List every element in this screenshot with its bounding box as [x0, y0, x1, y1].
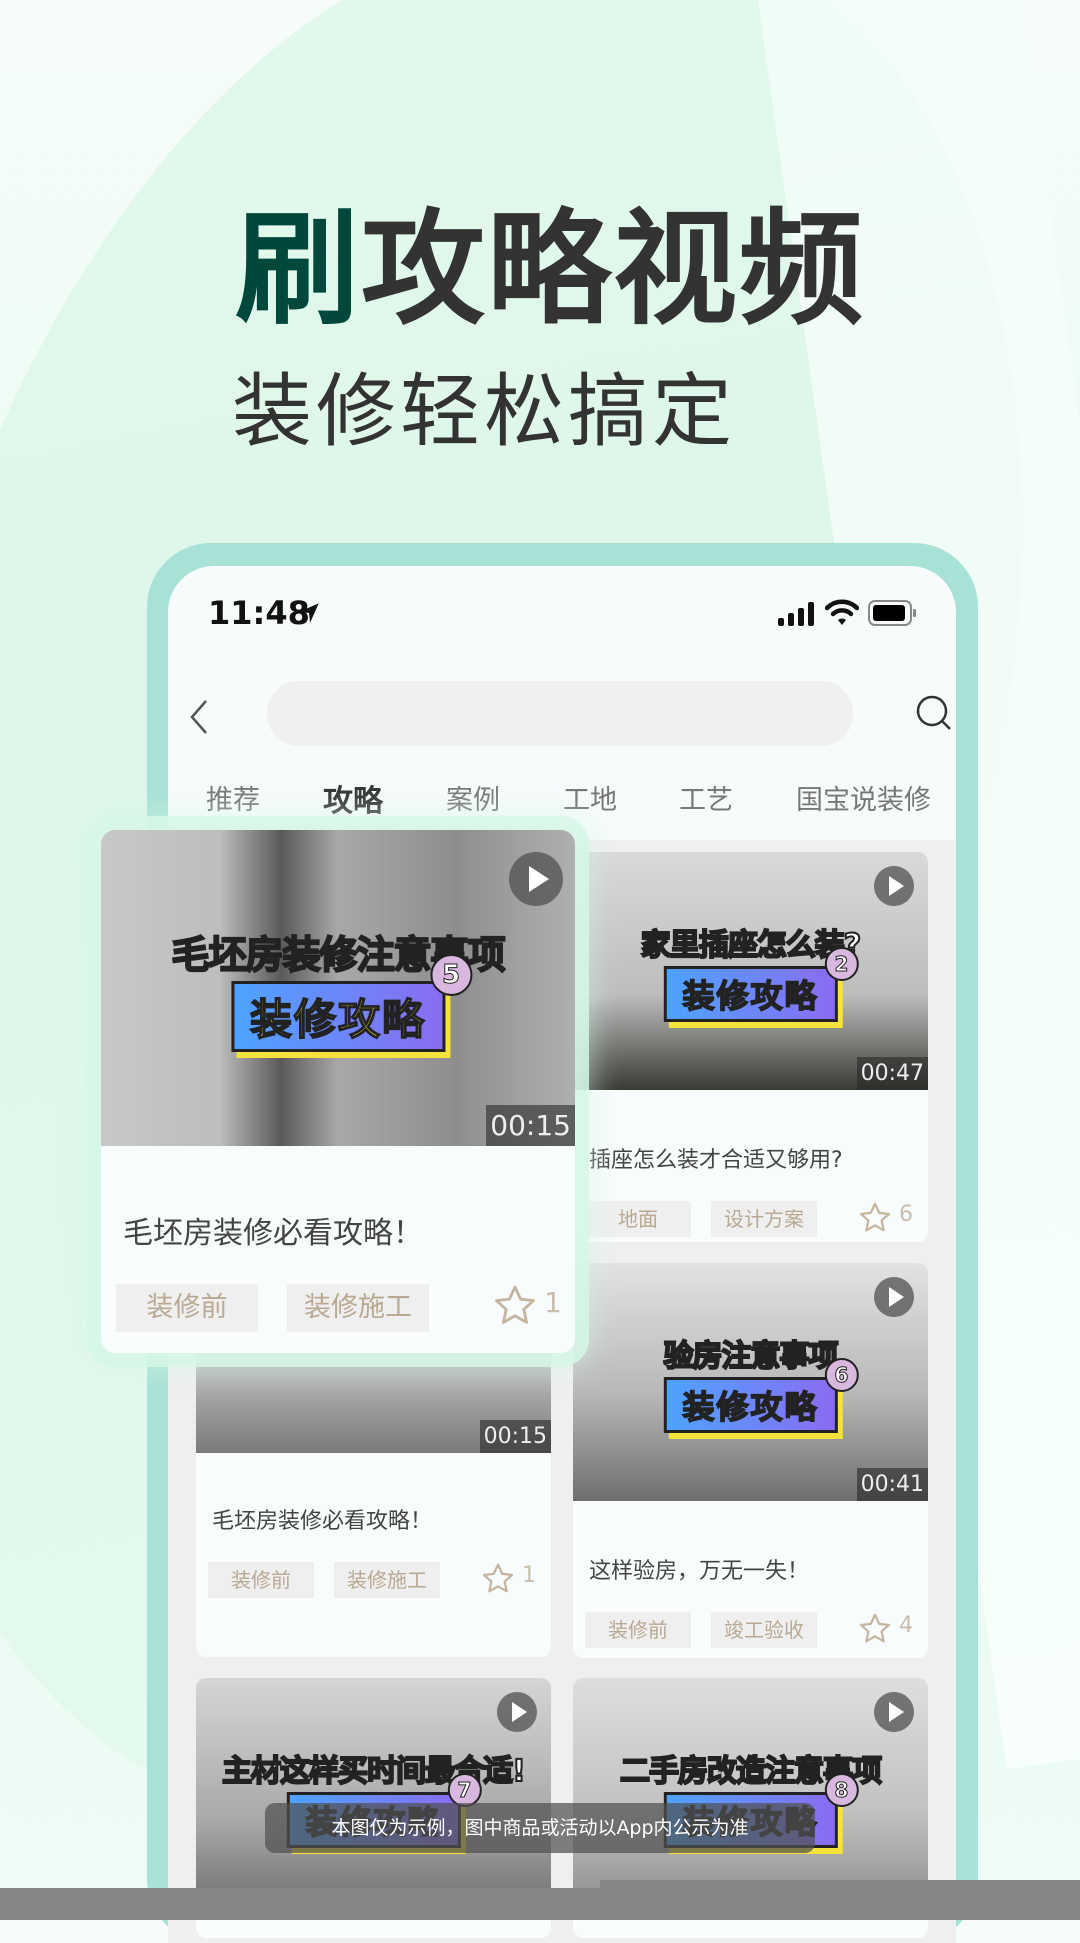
video-duration: 00:15 [486, 1105, 575, 1146]
tab-craft[interactable]: 工艺 [679, 778, 733, 817]
promo-subline: 装修轻松搞定 [232, 365, 736, 458]
star-icon[interactable] [480, 1561, 516, 1597]
headline-rest: 攻略视频 [361, 198, 866, 342]
tag[interactable]: 地面 [585, 1201, 691, 1237]
play-icon[interactable] [497, 1692, 537, 1732]
search-input[interactable] [267, 681, 853, 746]
chevron-left-icon[interactable] [184, 697, 214, 737]
battery-icon [868, 600, 916, 626]
play-icon[interactable] [509, 852, 563, 906]
play-icon[interactable] [874, 866, 914, 906]
video-duration: 00:41 [856, 1468, 928, 1501]
video-thumbnail[interactable]: 验房注意事项 装修攻略 6 00:41 [573, 1263, 928, 1501]
bottom-bar [0, 1888, 1080, 1920]
location-arrow-icon [299, 603, 319, 623]
promo-headline: 刷攻略视频 [235, 200, 865, 340]
like-count: 6 [899, 1202, 913, 1227]
star-icon[interactable] [857, 1200, 893, 1236]
tab-sites[interactable]: 工地 [563, 778, 617, 817]
wifi-icon [825, 599, 859, 625]
disclaimer-toast: 本图仅为示例，图中商品或活动以App内公示为准 [265, 1803, 815, 1853]
tag[interactable]: 设计方案 [711, 1201, 817, 1237]
star-icon[interactable] [857, 1611, 893, 1647]
cellular-signal-icon [778, 602, 814, 626]
thumbnail-banner: 家里插座怎么装? 装修攻略 2 [594, 920, 906, 1022]
play-icon[interactable] [874, 1692, 914, 1732]
tag[interactable]: 竣工验收 [711, 1612, 817, 1648]
video-thumbnail[interactable]: 主材这样买时间最合适! 装修攻略7 [196, 1678, 551, 1916]
play-icon[interactable] [874, 1277, 914, 1317]
star-icon[interactable] [491, 1282, 539, 1330]
status-bar: 11:48 [168, 566, 956, 656]
tag[interactable]: 装修施工 [334, 1562, 440, 1598]
status-time: 11:48 [208, 594, 310, 632]
video-title[interactable]: 毛坯房装修必看攻略！ [212, 1503, 432, 1535]
video-card[interactable]: 家里插座怎么装? 装修攻略 2 00:47 插座怎么装才合适又够用? 地面 设计方… [573, 852, 928, 1242]
video-duration: 00:47 [856, 1057, 928, 1090]
like-count: 4 [899, 1613, 913, 1638]
video-title[interactable]: 插座怎么装才合适又够用? [589, 1142, 843, 1174]
tag[interactable]: 装修前 [585, 1612, 691, 1648]
video-title[interactable]: 毛坯房装修必看攻略！ [123, 1208, 423, 1252]
featured-video-card[interactable]: 毛坯房装修注意事项 装修攻略 5 00:15 毛坯房装修必看攻略！ 装修前 装修施… [101, 830, 575, 1353]
tab-guides[interactable]: 攻略 [323, 776, 383, 820]
tag[interactable]: 装修前 [116, 1284, 258, 1332]
nav-bar [168, 681, 956, 751]
video-duration: 00:15 [479, 1420, 551, 1453]
tab-guobao[interactable]: 国宝说装修 [796, 778, 931, 817]
tab-cases[interactable]: 案例 [446, 778, 500, 817]
tab-recommend[interactable]: 推荐 [206, 778, 260, 817]
like-count: 1 [544, 1286, 562, 1319]
thumbnail-banner: 验房注意事项 装修攻略 6 [594, 1331, 906, 1433]
category-tabs: 推荐 攻略 案例 工地 工艺 国宝说装修 [168, 778, 956, 828]
video-card[interactable]: 验房注意事项 装修攻略 6 00:41 这样验房，万无一失！ 装修前 竣工验收 4 [573, 1263, 928, 1658]
like-count: 1 [522, 1563, 536, 1588]
headline-accent: 刷 [235, 198, 362, 342]
video-thumbnail[interactable]: 家里插座怎么装? 装修攻略 2 00:47 [573, 852, 928, 1090]
video-thumbnail[interactable]: 毛坯房装修注意事项 装修攻略 5 00:15 [101, 830, 575, 1146]
search-icon[interactable] [914, 693, 954, 733]
video-title[interactable]: 这样验房，万无一失！ [589, 1553, 809, 1585]
tag[interactable]: 装修施工 [287, 1284, 429, 1332]
tag[interactable]: 装修前 [208, 1562, 314, 1598]
thumbnail-banner: 毛坯房装修注意事项 装修攻略 5 [129, 924, 546, 1052]
